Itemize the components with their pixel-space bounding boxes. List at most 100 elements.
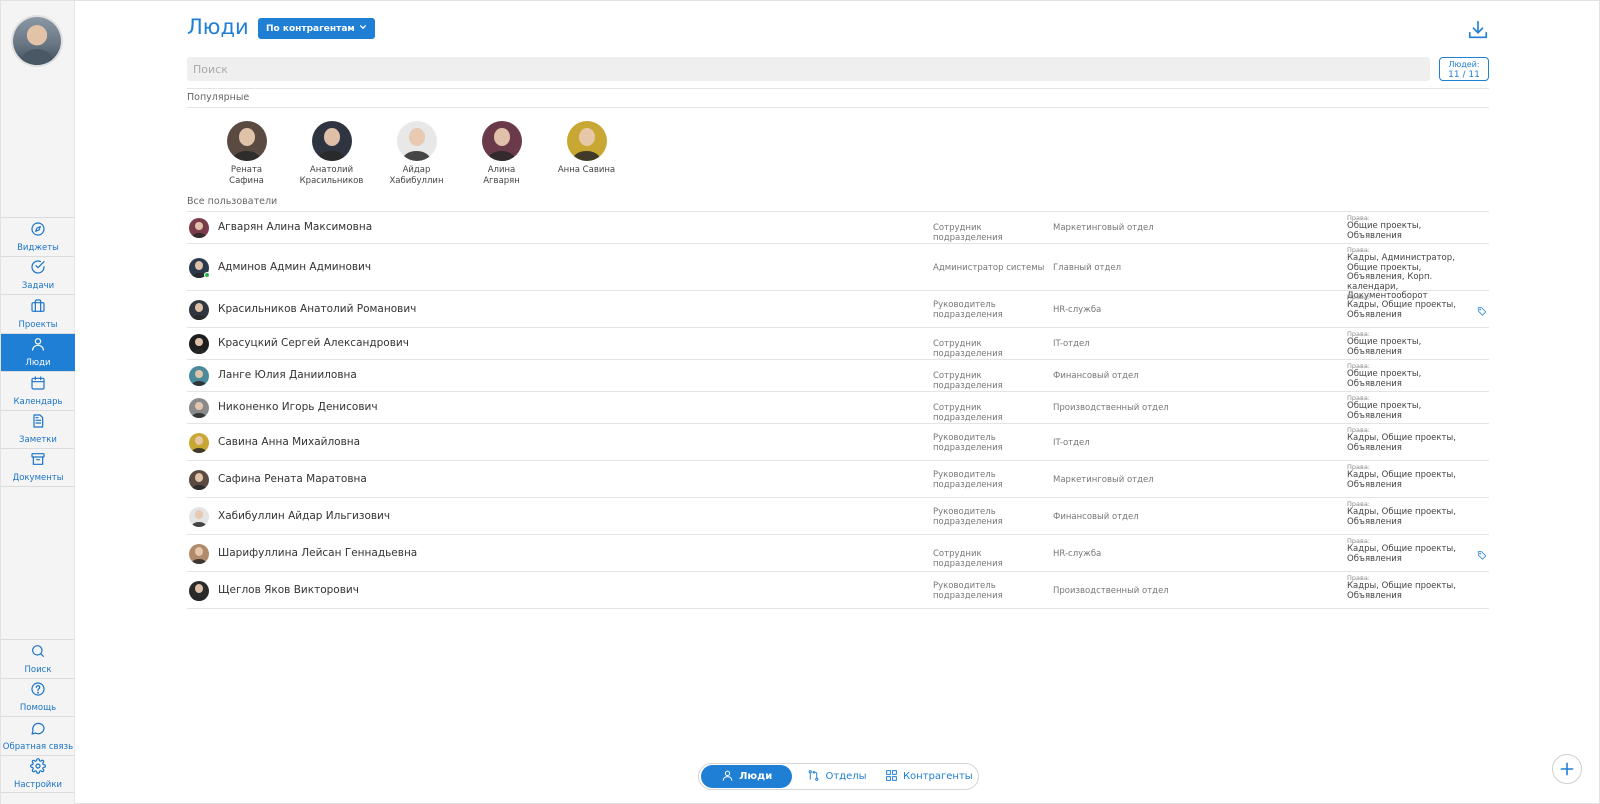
table-row[interactable]: Щеглов Яков Викторович Руководитель подра… xyxy=(187,572,1489,609)
tab-grid[interactable]: Контрагенты xyxy=(882,765,976,788)
rights-value: Кадры, Общие проекты, Объявления xyxy=(1347,507,1456,527)
sidebar-nav-top: Виджеты Задачи Проекты Люди Календарь Заметки… xyxy=(1,217,75,487)
popular-person[interactable]: Алина Агварян xyxy=(459,121,544,187)
tab-branches[interactable]: Отделы xyxy=(792,765,881,788)
table-row[interactable]: Хабибуллин Айдар Ильгизович Руководитель … xyxy=(187,498,1489,535)
sidebar-item-person[interactable]: Люди xyxy=(1,332,75,371)
user-role: Сотрудник подразделения xyxy=(933,403,1003,423)
sidebar: Виджеты Задачи Проекты Люди Календарь Заметки… xyxy=(1,1,75,804)
rights-value: Кадры, Общие проекты, Объявления xyxy=(1347,581,1456,601)
user-department: IT-отдел xyxy=(1053,437,1090,448)
tag-icon[interactable] xyxy=(1477,301,1487,316)
popular-person[interactable]: Анна Савина xyxy=(544,121,629,187)
user-rights: Права: Кадры, Общие проекты, Объявления xyxy=(1347,575,1475,601)
user-role: Руководитель подразделения xyxy=(933,580,1003,601)
search-input[interactable] xyxy=(187,57,1430,81)
plus-icon xyxy=(1560,762,1574,776)
sidebar-item-chat-bubble[interactable]: Обратная связь xyxy=(1,716,75,755)
table-row[interactable]: Красильников Анатолий Романович Руководит… xyxy=(187,291,1489,328)
sidebar-item-label: Настройки xyxy=(13,779,62,790)
user-full-name: Савина Анна Михайловна xyxy=(218,435,361,448)
popular-person-name-line2: Красильников xyxy=(299,176,364,186)
user-full-name: Шарифуллина Лейсан Геннадьевна xyxy=(218,546,418,559)
sidebar-item-note[interactable]: Заметки xyxy=(1,409,75,449)
table-row[interactable]: Никоненко Игорь Денисович Сотрудник подра… xyxy=(187,392,1489,424)
sidebar-item-search[interactable]: Поиск xyxy=(1,639,75,678)
user-rights: Права: Кадры, Общие проекты, Объявления xyxy=(1347,464,1475,490)
sidebar-item-label: Обратная связь xyxy=(2,741,74,752)
download-icon[interactable] xyxy=(1467,19,1489,41)
tag-icon[interactable] xyxy=(1477,545,1487,560)
user-rights: Права: Общие проекты, Объявления xyxy=(1347,215,1475,241)
person-icon xyxy=(721,769,734,785)
tab-person[interactable]: Люди xyxy=(701,765,793,788)
table-row[interactable]: Админов Админ Админович Администратор сис… xyxy=(187,244,1489,301)
sidebar-item-label: Люди xyxy=(25,358,51,369)
popular-person-name-line2: Хабибуллин xyxy=(389,176,444,186)
user-full-name: Щеглов Яков Викторович xyxy=(218,583,359,596)
avatar xyxy=(226,121,267,161)
avatar xyxy=(311,121,352,161)
branches-icon xyxy=(807,769,820,785)
avatar xyxy=(189,218,209,238)
user-department: Финансовый отдел xyxy=(1053,511,1139,522)
popular-person-name-line1: Анна Савина xyxy=(557,165,616,175)
avatar xyxy=(566,121,607,161)
avatar xyxy=(189,366,209,386)
table-row[interactable]: Ланге Юлия Данииловна Сотрудник подраздел… xyxy=(187,360,1489,392)
all-users-section-label: Все пользователи xyxy=(187,196,278,207)
sidebar-item-gear[interactable]: Настройки xyxy=(1,754,75,793)
table-row[interactable]: Красуцкий Сергей Александрович Сотрудник … xyxy=(187,328,1489,360)
sidebar-item-compass[interactable]: Виджеты xyxy=(1,217,75,256)
add-button[interactable] xyxy=(1552,754,1582,784)
sidebar-item-label: Заметки xyxy=(19,435,57,446)
users-table: Агварян Алина Максимовна Сотрудник подраз… xyxy=(187,212,1489,609)
sidebar-item-label: Календарь xyxy=(13,396,63,407)
user-role: Руководитель подразделения xyxy=(933,299,1003,320)
user-role: Сотрудник подразделения xyxy=(933,339,1003,359)
table-row[interactable]: Савина Анна Михайловна Руководитель подра… xyxy=(187,424,1489,461)
gear-icon xyxy=(30,757,46,778)
rights-value: Кадры, Общие проекты, Объявления xyxy=(1347,300,1456,320)
table-row[interactable]: Агварян Алина Максимовна Сотрудник подраз… xyxy=(187,212,1489,244)
user-department: HR-служба xyxy=(1053,304,1102,315)
popular-section-label: Популярные xyxy=(187,92,250,103)
user-department: Финансовый отдел xyxy=(1053,371,1139,381)
sidebar-item-label: Задачи xyxy=(21,281,55,292)
popular-person[interactable]: Айдар Хабибуллин xyxy=(374,121,459,187)
sidebar-item-label: Помощь xyxy=(19,703,57,714)
user-role: Руководитель подразделения xyxy=(933,469,1003,490)
user-avatar[interactable] xyxy=(13,17,61,65)
user-full-name: Админов Админ Админович xyxy=(218,260,372,273)
avatar xyxy=(189,334,209,354)
sidebar-item-calendar[interactable]: Календарь xyxy=(1,371,75,410)
sidebar-item-check-circle[interactable]: Задачи xyxy=(1,255,75,295)
sidebar-item-label: Виджеты xyxy=(17,242,59,253)
popular-person-name-line2: Агварян xyxy=(483,176,520,186)
sidebar-item-archive[interactable]: Документы xyxy=(1,448,75,487)
rights-value: Кадры, Общие проекты, Объявления xyxy=(1347,470,1456,490)
popular-person[interactable]: Анатолий Красильников xyxy=(289,121,374,187)
user-full-name: Красуцкий Сергей Александрович xyxy=(218,337,409,349)
archive-icon xyxy=(30,451,46,471)
user-rights: Права: Общие проекты, Объявления xyxy=(1347,331,1475,357)
rights-value: Общие проекты, Объявления xyxy=(1347,221,1422,241)
user-rights: Права: Общие проекты, Объявления xyxy=(1347,395,1475,421)
filter-dropdown-button[interactable]: По контрагентам xyxy=(258,18,375,39)
sidebar-item-briefcase[interactable]: Проекты xyxy=(1,294,75,333)
popular-person[interactable]: Рената Сафина xyxy=(204,121,289,187)
user-full-name: Хабибуллин Айдар Ильгизович xyxy=(218,509,391,522)
table-row[interactable]: Шарифуллина Лейсан Геннадьевна Сотрудник … xyxy=(187,535,1489,572)
rights-value: Общие проекты, Объявления xyxy=(1347,337,1422,357)
user-role: Сотрудник подразделения xyxy=(933,548,1003,569)
table-row[interactable]: Сафина Рената Маратовна Руководитель подр… xyxy=(187,461,1489,498)
avatar xyxy=(481,121,522,161)
compass-icon xyxy=(30,221,46,241)
page-title: Люди xyxy=(187,15,249,39)
user-department: Маркетинговый отдел xyxy=(1053,474,1154,485)
app-window: Виджеты Задачи Проекты Люди Календарь Заметки… xyxy=(0,0,1600,804)
user-department: IT-отдел xyxy=(1053,339,1090,349)
sidebar-item-help[interactable]: Помощь xyxy=(1,677,75,717)
user-department: Главный отдел xyxy=(1053,262,1122,273)
user-full-name: Агварян Алина Максимовна xyxy=(218,221,373,233)
